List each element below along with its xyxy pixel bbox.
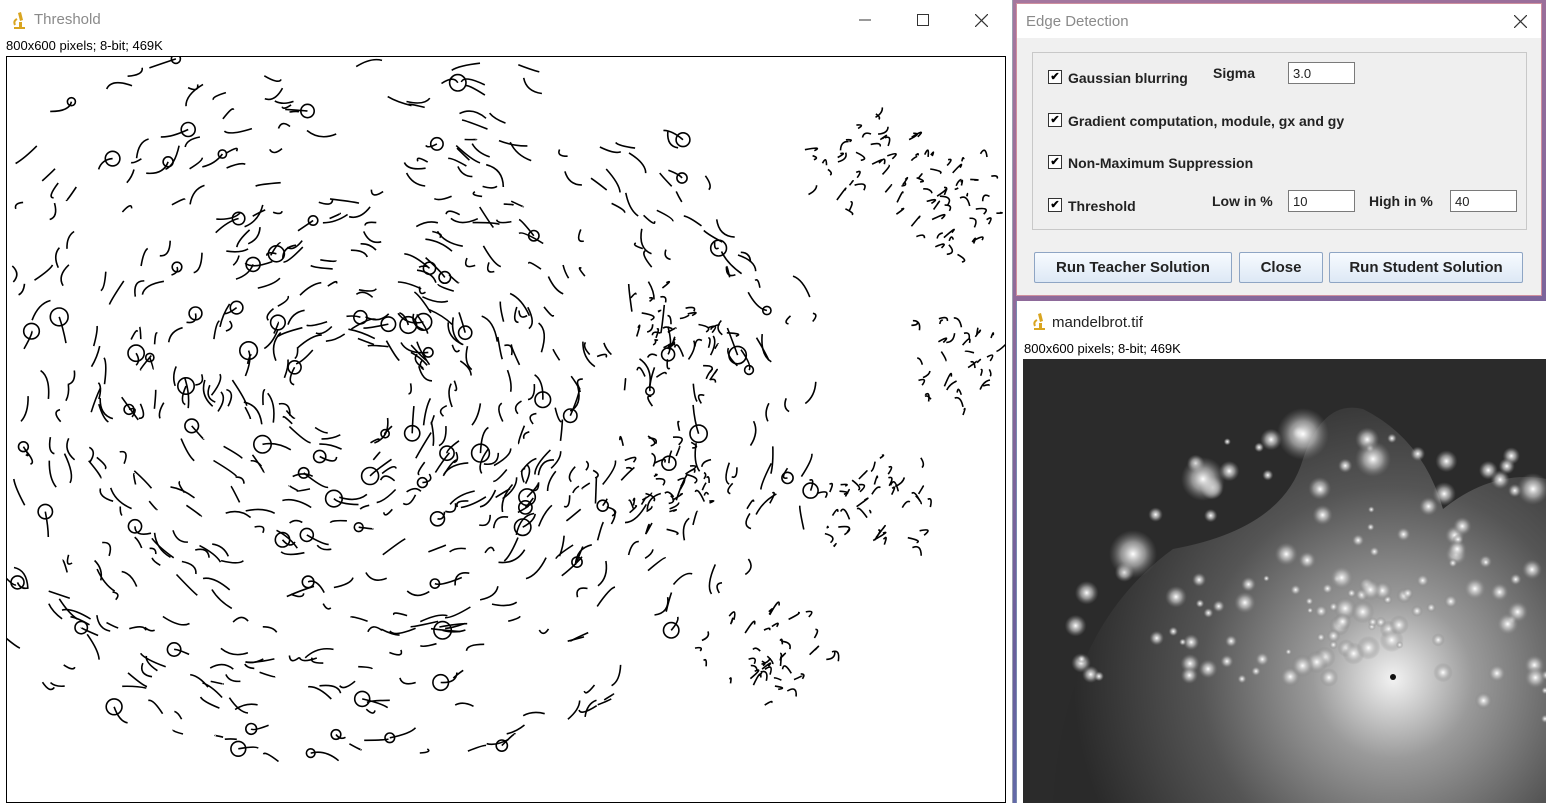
close-icon[interactable]	[1505, 8, 1535, 34]
run-teacher-button[interactable]: Run Teacher Solution	[1034, 252, 1232, 283]
high-input[interactable]	[1450, 190, 1517, 212]
low-label: Low in %	[1212, 193, 1273, 209]
edge-map-image	[0, 53, 1007, 763]
gradient-checkbox[interactable]: ✔	[1048, 113, 1062, 127]
microscope-icon	[1030, 311, 1048, 331]
nms-checkbox[interactable]: ✔	[1048, 155, 1062, 169]
edge-dialog-titlebar[interactable]: Edge Detection	[1017, 4, 1541, 38]
threshold-window[interactable]: Threshold 800x600 pixels; 8-bit; 469K	[0, 0, 1013, 803]
low-input[interactable]	[1288, 190, 1355, 212]
gradient-label: Gradient computation, module, gx and gy	[1068, 113, 1345, 129]
sigma-label: Sigma	[1213, 65, 1256, 81]
options-panel: ✔ Gaussian blurring Sigma ✔ Gradient com…	[1032, 52, 1527, 230]
gaussian-checkbox[interactable]: ✔	[1048, 70, 1062, 84]
mandelbrot-window[interactable]: mandelbrot.tif 800x600 pixels; 8-bit; 46…	[1016, 301, 1546, 803]
mandelbrot-fractal-image	[1023, 359, 1546, 803]
threshold-image-info: 800x600 pixels; 8-bit; 469K	[6, 38, 163, 53]
mandelbrot-titlebar[interactable]: mandelbrot.tif	[1017, 301, 1546, 341]
threshold-checkbox[interactable]: ✔	[1048, 198, 1062, 212]
mandelbrot-image-canvas[interactable]	[1023, 359, 1546, 803]
run-student-button[interactable]: Run Student Solution	[1329, 252, 1523, 283]
minimize-icon[interactable]	[842, 6, 888, 34]
threshold-label: Threshold	[1068, 198, 1136, 214]
threshold-image-canvas[interactable]	[0, 53, 1007, 803]
threshold-title: Threshold	[34, 11, 101, 28]
gaussian-label: Gaussian blurring	[1068, 70, 1188, 86]
mandelbrot-title: mandelbrot.tif	[1052, 314, 1143, 331]
threshold-titlebar[interactable]: Threshold	[0, 0, 1012, 38]
mandelbrot-image-info: 800x600 pixels; 8-bit; 469K	[1024, 341, 1181, 356]
microscope-icon	[10, 10, 28, 30]
nms-label: Non-Maximum Suppression	[1068, 155, 1254, 171]
sigma-input[interactable]	[1288, 62, 1355, 84]
edge-detection-dialog[interactable]: Edge Detection ✔ Gaussian blurring Sigma…	[1016, 3, 1542, 296]
edge-dialog-title: Edge Detection	[1026, 13, 1129, 30]
close-button[interactable]: Close	[1239, 252, 1323, 283]
maximize-icon[interactable]	[900, 6, 946, 34]
high-label: High in %	[1369, 193, 1433, 209]
close-icon[interactable]	[958, 6, 1004, 34]
